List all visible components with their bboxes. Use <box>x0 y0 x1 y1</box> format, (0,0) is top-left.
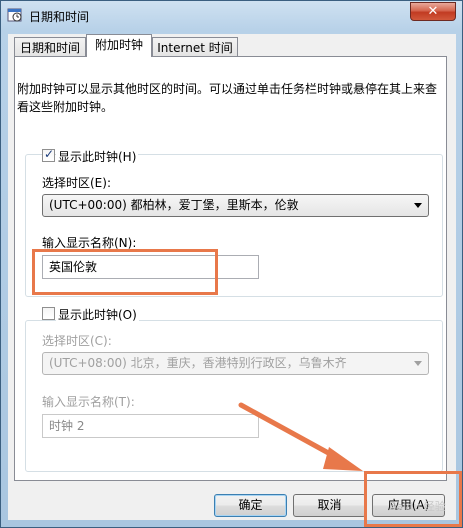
ok-button[interactable]: 确定 <box>214 494 287 517</box>
annotation-arrow-icon <box>238 402 363 471</box>
window-title: 日期和时间 <box>29 10 90 24</box>
clock-calendar-icon <box>7 8 22 22</box>
clock2-checkbox[interactable] <box>42 307 55 320</box>
clock2-timezone-value: (UTC+08:00) 北京，重庆，香港特别行政区，乌鲁木齐 <box>49 356 347 370</box>
clock2-name-input[interactable]: 时钟 2 <box>42 414 259 438</box>
tab-date-time[interactable]: 日期和时间 <box>14 37 86 57</box>
close-button[interactable]: ✕ <box>410 2 456 21</box>
apply-button-highlight <box>364 471 462 527</box>
dropdown-arrow-icon <box>414 203 422 208</box>
clock1-checkbox-label[interactable]: 显示此时钟(H) <box>56 148 139 165</box>
name-field-highlight <box>32 249 218 295</box>
clock1-timezone-label: 选择时区(E): <box>42 176 111 190</box>
clock2-checkbox-label[interactable]: 显示此时钟(O) <box>56 306 139 323</box>
tab-additional-clocks[interactable]: 附加时钟 <box>86 34 152 57</box>
clock1-timezone-value: (UTC+00:00) 都柏林，爱丁堡，里斯本，伦敦 <box>49 198 299 212</box>
clock2-timezone-select[interactable]: (UTC+08:00) 北京，重庆，香港特别行政区，乌鲁木齐 <box>42 352 429 375</box>
cancel-button[interactable]: 取消 <box>293 494 366 517</box>
clock1-checkbox[interactable]: ✓ <box>42 147 55 162</box>
clock2-name-label: 输入显示名称(T): <box>42 395 135 409</box>
dropdown-arrow-icon <box>414 361 422 366</box>
clock1-timezone-select[interactable]: (UTC+00:00) 都柏林，爱丁堡，里斯本，伦敦 <box>42 194 429 217</box>
close-icon: ✕ <box>427 4 439 19</box>
checkmark-icon: ✓ <box>44 147 55 161</box>
tab-internet-time[interactable]: Internet 时间 <box>152 37 238 57</box>
description-text: 附加时钟可以显示其他时区的时间。可以通过单击任务栏时钟或悬停在其上来查看这些附加… <box>17 82 438 114</box>
date-time-dialog: 日期和时间 ✕ 日期和时间 附加时钟 Internet 时间 附加时钟可以显示其… <box>0 0 463 528</box>
clock2-timezone-label: 选择时区(C): <box>42 334 112 348</box>
title-bar: 日期和时间 ✕ <box>1 1 462 31</box>
